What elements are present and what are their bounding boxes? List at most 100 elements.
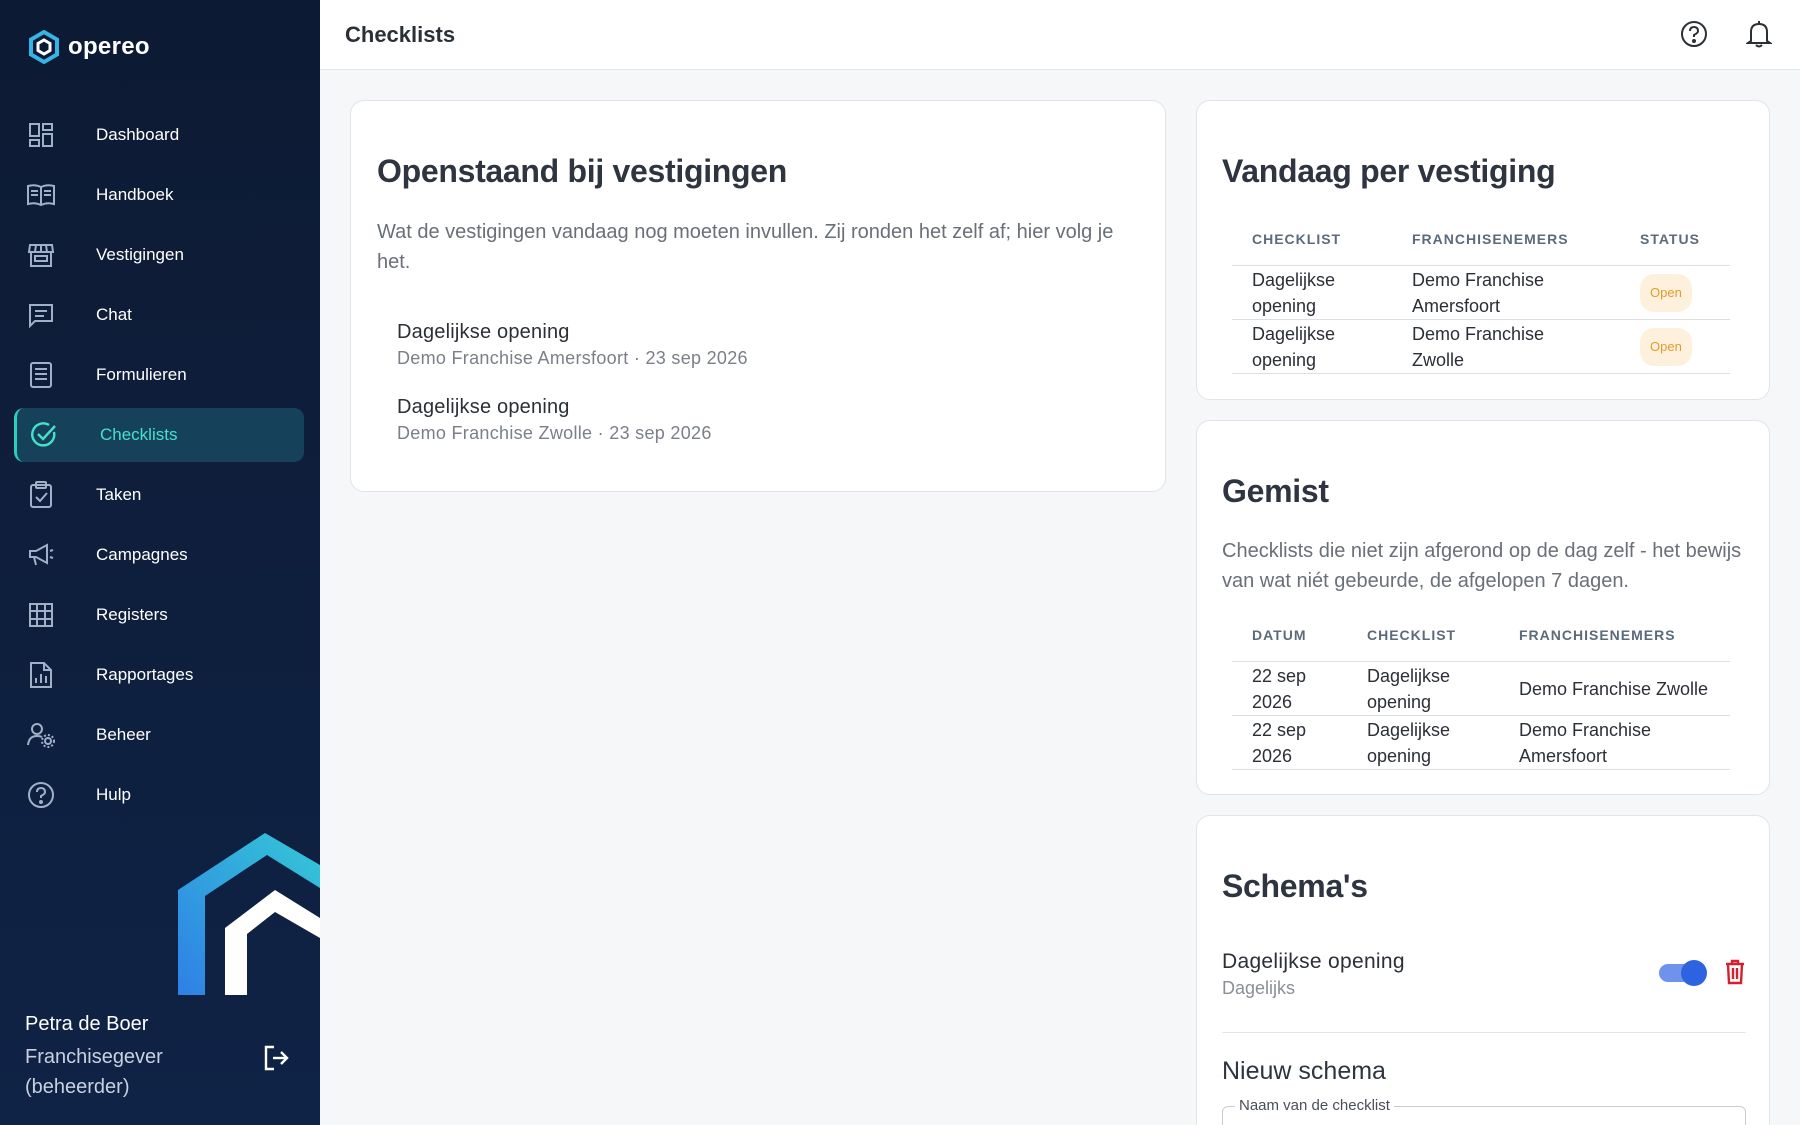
brand-decoration-graphic [178, 833, 320, 995]
column-header: DATUM [1252, 627, 1307, 643]
page-title: Checklists [345, 22, 456, 47]
missed-card: Gemist Checklists die niet zijn afgerond… [1196, 420, 1770, 795]
sidebar-item-vestigingen[interactable]: Vestigingen [14, 228, 304, 282]
sidebar-item-label: Taken [96, 485, 142, 504]
sidebar-item-label: Dashboard [96, 125, 180, 144]
table-row[interactable]: 22 sep 2026 Dagelijkse opening Demo Fran… [1232, 661, 1730, 716]
card-description: Wat de vestigingen vandaag nog moeten in… [377, 221, 1114, 273]
sidebar-item-label: Formulieren [96, 365, 187, 384]
column-header: FRANCHISENEMERS [1412, 231, 1569, 247]
logout-icon[interactable] [262, 1044, 290, 1072]
app-logo[interactable]: opereo [28, 30, 150, 64]
sidebar-item-label: Campagnes [96, 545, 188, 564]
list-item[interactable]: Dagelijkse opening Demo Franchise Amersf… [397, 321, 748, 369]
list-item[interactable]: Dagelijkse opening Demo Franchise Zwolle… [397, 396, 712, 444]
divider [1222, 1032, 1746, 1033]
table-row[interactable]: Dagelijkse opening Demo Franchise Amersf… [1232, 265, 1730, 320]
sidebar-item-chat[interactable]: Chat [14, 288, 304, 342]
schema-name: Dagelijkse opening [1222, 950, 1405, 973]
schema-item: Dagelijkse opening Dagelijks [1222, 950, 1405, 999]
user-gear-icon [24, 718, 58, 752]
user-profile: Petra de Boer Franchisegever (beheerder) [25, 1013, 163, 1102]
sidebar-item-label: Handboek [96, 185, 174, 204]
cell-checklist: Dagelijkse opening [1232, 265, 1392, 320]
list-item-title: Dagelijkse opening [397, 321, 570, 343]
user-role-suffix: (beheerder) [25, 1076, 130, 1098]
cell-status: Open [1620, 319, 1730, 374]
clipboard-check-icon [24, 478, 58, 512]
open-checklists-card: Openstaand bij vestigingen Wat de vestig… [350, 100, 1166, 492]
list-item-title: Dagelijkse opening [397, 396, 570, 418]
list-item-subtitle: Demo Franchise Amersfoort · 23 sep 2026 [397, 348, 748, 368]
cell-franchise: Demo Franchise Zwolle [1499, 661, 1730, 716]
sidebar-item-hulp[interactable]: Hulp [14, 768, 304, 822]
cell-checklist: Dagelijkse opening [1347, 715, 1499, 770]
sidebar-item-label: Vestigingen [96, 245, 184, 264]
schema-enabled-toggle[interactable] [1659, 960, 1707, 986]
column-header: FRANCHISENEMERS [1519, 627, 1676, 643]
cell-checklist: Dagelijkse opening [1232, 319, 1392, 374]
help-circle-icon[interactable] [1680, 20, 1708, 48]
status-badge: Open [1640, 273, 1692, 312]
card-title: Schema's [1222, 868, 1368, 904]
report-icon [24, 658, 58, 692]
new-schema-title: Nieuw schema [1222, 1057, 1386, 1085]
status-badge: Open [1640, 327, 1692, 366]
grid-icon [24, 598, 58, 632]
dashboard-icon [24, 118, 58, 152]
sidebar-item-label: Registers [96, 605, 168, 624]
book-icon [24, 178, 58, 212]
schemas-card: Schema's Dagelijkse opening Dagelijks Ni… [1196, 815, 1770, 1125]
chat-icon [24, 298, 58, 332]
card-description: Checklists die niet zijn afgerond op de … [1222, 540, 1742, 592]
cell-date: 22 sep 2026 [1232, 661, 1347, 716]
app-name: opereo [68, 33, 150, 60]
sidebar-item-label: Beheer [96, 725, 151, 744]
sidebar-item-rapportages[interactable]: Rapportages [14, 648, 304, 702]
check-circle-icon [27, 418, 61, 452]
card-title: Gemist [1222, 473, 1329, 509]
sidebar-nav: Dashboard Handboek Vestigingen Chat Form… [14, 108, 304, 828]
card-title: Openstaand bij vestigingen [377, 153, 788, 189]
sidebar-item-dashboard[interactable]: Dashboard [14, 108, 304, 162]
sidebar-item-beheer[interactable]: Beheer [14, 708, 304, 762]
sidebar: opereo Dashboard Handboek Vestigingen Ch… [0, 0, 320, 1125]
store-icon [24, 238, 58, 272]
sidebar-item-checklists[interactable]: Checklists [14, 408, 304, 462]
column-header: STATUS [1640, 231, 1700, 247]
list-item-subtitle: Demo Franchise Zwolle · 23 sep 2026 [397, 423, 712, 443]
bell-icon[interactable] [1746, 20, 1772, 48]
cell-franchise: Demo Franchise Amersfoort [1499, 715, 1730, 770]
table-row[interactable]: 22 sep 2026 Dagelijkse opening Demo Fran… [1232, 715, 1730, 770]
sidebar-item-campagnes[interactable]: Campagnes [14, 528, 304, 582]
checklist-name-field-label: Naam van de checklist [1235, 1097, 1394, 1114]
sidebar-item-taken[interactable]: Taken [14, 468, 304, 522]
column-header: CHECKLIST [1252, 231, 1342, 247]
cell-franchise: Demo Franchise Amersfoort [1392, 265, 1620, 320]
sidebar-item-label: Hulp [96, 785, 131, 804]
topbar: Checklists [320, 0, 1800, 70]
cell-checklist: Dagelijkse opening [1347, 661, 1499, 716]
schema-frequency: Dagelijks [1222, 978, 1296, 998]
sidebar-item-label: Checklists [100, 425, 178, 444]
user-name: Petra de Boer [25, 1013, 149, 1035]
cell-date: 22 sep 2026 [1232, 715, 1347, 770]
column-header: CHECKLIST [1367, 627, 1457, 643]
form-icon [24, 358, 58, 392]
trash-icon[interactable] [1725, 959, 1745, 985]
user-role: Franchisegever [25, 1046, 163, 1068]
toggle-knob [1681, 960, 1707, 986]
table-row[interactable]: Dagelijkse opening Demo Franchise Zwolle… [1232, 319, 1730, 374]
sidebar-item-label: Rapportages [96, 665, 194, 684]
sidebar-item-registers[interactable]: Registers [14, 588, 304, 642]
today-table: CHECKLIST FRANCHISENEMERS STATUS Dagelij… [1232, 231, 1730, 374]
today-per-location-card: Vandaag per vestiging CHECKLIST FRANCHIS… [1196, 100, 1770, 400]
sidebar-item-formulieren[interactable]: Formulieren [14, 348, 304, 402]
help-icon [24, 778, 58, 812]
cell-status: Open [1620, 265, 1730, 320]
megaphone-icon [24, 538, 58, 572]
sidebar-item-handboek[interactable]: Handboek [14, 168, 304, 222]
cell-franchise: Demo Franchise Zwolle [1392, 319, 1620, 374]
opereo-logo-icon [29, 30, 59, 64]
sidebar-item-label: Chat [96, 305, 132, 324]
